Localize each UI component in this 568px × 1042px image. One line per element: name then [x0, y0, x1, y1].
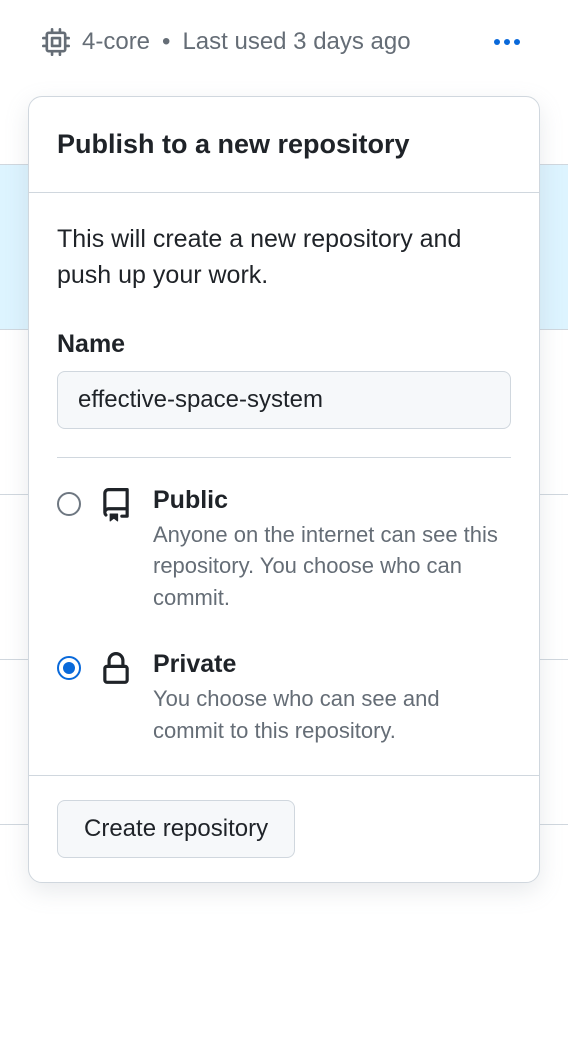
option-text: Public Anyone on the internet can see th… — [153, 486, 511, 615]
cores-label: 4-core — [82, 28, 150, 56]
kebab-dot — [494, 39, 500, 45]
publish-dialog: Publish to a new repository This will cr… — [28, 96, 540, 883]
create-repository-button[interactable]: Create repository — [57, 800, 295, 858]
repo-name-input[interactable] — [57, 371, 511, 429]
kebab-dot — [504, 39, 510, 45]
more-actions-button[interactable] — [488, 33, 526, 51]
dialog-body: This will create a new repository and pu… — [29, 193, 539, 775]
last-used-label: Last used 3 days ago — [182, 28, 410, 56]
radio-private[interactable] — [57, 656, 81, 680]
radio-public[interactable] — [57, 492, 81, 516]
separator-dot: • — [162, 28, 170, 56]
repo-icon — [99, 488, 135, 527]
lock-icon — [99, 652, 135, 691]
public-description: Anyone on the internet can see this repo… — [153, 519, 511, 615]
dialog-title: Publish to a new repository — [57, 129, 511, 160]
public-title: Public — [153, 486, 511, 515]
codespace-meta-row: 4-core • Last used 3 days ago — [0, 0, 568, 76]
divider — [57, 457, 511, 458]
private-description: You choose who can see and commit to thi… — [153, 683, 511, 747]
private-title: Private — [153, 650, 511, 679]
cpu-icon — [42, 28, 70, 56]
dialog-footer: Create repository — [29, 775, 539, 882]
kebab-dot — [514, 39, 520, 45]
visibility-option-public[interactable]: Public Anyone on the internet can see th… — [57, 486, 511, 615]
dialog-description: This will create a new repository and pu… — [57, 221, 511, 294]
name-field-label: Name — [57, 330, 511, 359]
dialog-header: Publish to a new repository — [29, 97, 539, 193]
visibility-option-private[interactable]: Private You choose who can see and commi… — [57, 650, 511, 747]
option-text: Private You choose who can see and commi… — [153, 650, 511, 747]
